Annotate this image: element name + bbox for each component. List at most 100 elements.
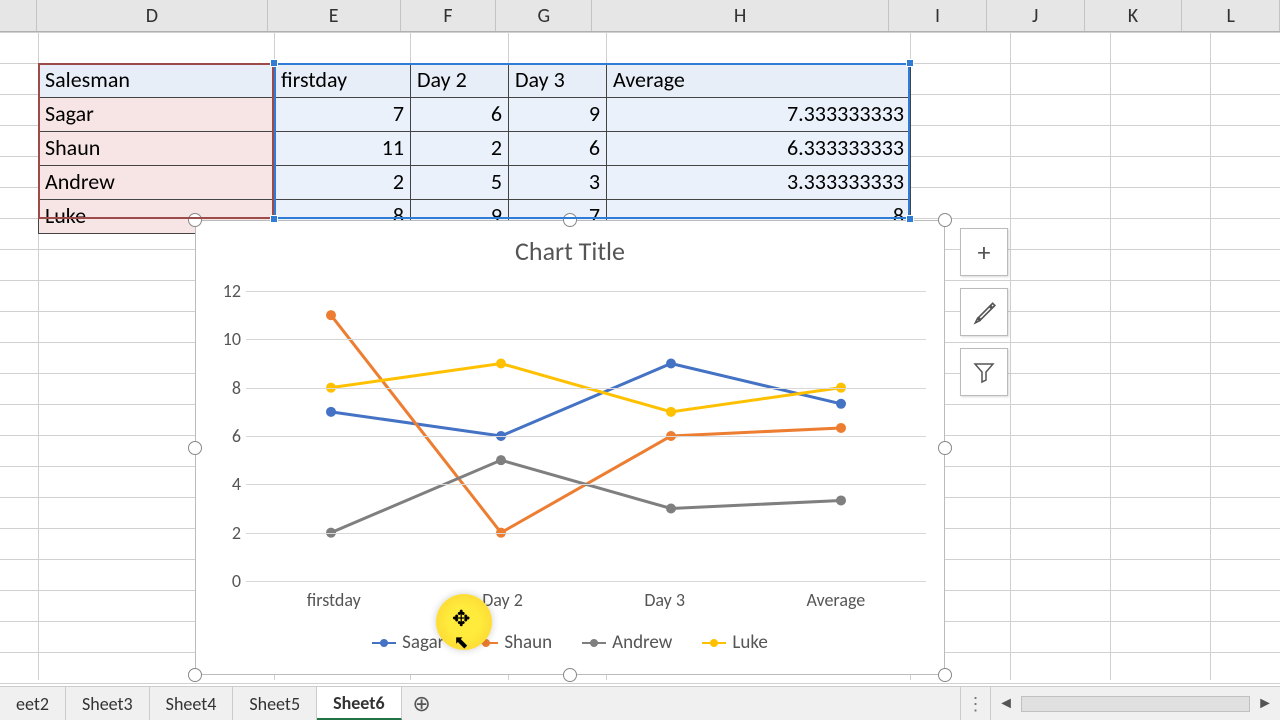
table-row: Shaun11266.333333333 xyxy=(39,132,911,166)
cell-salesman-header[interactable]: Salesman xyxy=(39,64,275,98)
chart-resize-handle[interactable] xyxy=(188,441,202,455)
col-head-D[interactable]: D xyxy=(37,0,268,31)
col-head-F[interactable]: F xyxy=(401,0,497,31)
chart-series-line[interactable] xyxy=(331,460,841,533)
chart-side-buttons: + xyxy=(960,228,1008,396)
chart-x-labels: firstdayDay 2Day 3Average xyxy=(246,589,926,611)
add-sheet-button[interactable]: ⊕ xyxy=(402,687,442,720)
col-head-E[interactable]: E xyxy=(268,0,401,31)
chart-x-label: firstday xyxy=(307,589,361,611)
cell-salesman-name[interactable]: Andrew xyxy=(39,166,275,200)
legend-swatch xyxy=(372,642,396,644)
chart-y-tick: 6 xyxy=(211,425,241,447)
col-head-L[interactable]: L xyxy=(1182,0,1280,31)
chart-data-point[interactable] xyxy=(836,495,846,505)
cell-value[interactable]: 6 xyxy=(411,98,509,132)
chart-data-point[interactable] xyxy=(836,423,846,433)
selection-handle[interactable] xyxy=(906,215,914,223)
chart-resize-handle[interactable] xyxy=(563,213,577,227)
chart-filter-button[interactable] xyxy=(960,348,1008,396)
col-head-I[interactable]: I xyxy=(889,0,987,31)
chart-data-point[interactable] xyxy=(496,359,506,369)
chart-resize-handle[interactable] xyxy=(938,668,952,682)
cell-value[interactable]: 3.333333333 xyxy=(607,166,911,200)
cell-salesman-name[interactable]: Shaun xyxy=(39,132,275,166)
chart-data-point[interactable] xyxy=(496,455,506,465)
legend-label: Andrew xyxy=(612,631,672,654)
cell-value[interactable]: 7.333333333 xyxy=(607,98,911,132)
sheet-tab[interactable]: Sheet4 xyxy=(150,687,234,720)
chart-resize-handle[interactable] xyxy=(188,213,202,227)
cell-value[interactable]: 11 xyxy=(275,132,411,166)
chart-y-tick: 4 xyxy=(211,473,241,495)
cell-value[interactable]: 6 xyxy=(509,132,607,166)
col-head-K[interactable]: K xyxy=(1085,0,1183,31)
legend-label: Shaun xyxy=(504,631,552,654)
cell-value[interactable]: 7 xyxy=(275,98,411,132)
cell-value[interactable]: 3 xyxy=(509,166,607,200)
chart-legend[interactable]: Sagar Shaun Andrew Luke xyxy=(196,631,944,654)
cell-day2-header[interactable]: Day 2 xyxy=(411,64,509,98)
chart-object[interactable]: Chart Title 024681012 firstdayDay 2Day 3… xyxy=(195,220,945,675)
chart-data-point[interactable] xyxy=(666,504,676,514)
chart-y-tick: 0 xyxy=(211,570,241,592)
column-header-row: DEFGHIJKL xyxy=(0,0,1280,32)
chart-resize-handle[interactable] xyxy=(188,668,202,682)
chart-elements-button[interactable]: + xyxy=(960,228,1008,276)
chart-styles-button[interactable] xyxy=(960,288,1008,336)
legend-item[interactable]: Sagar xyxy=(372,631,444,654)
chart-x-label: Average xyxy=(806,589,865,611)
col-head-J[interactable]: J xyxy=(987,0,1085,31)
chart-resize-handle[interactable] xyxy=(563,668,577,682)
chart-y-tick: 12 xyxy=(211,280,241,302)
legend-item[interactable]: Shaun xyxy=(474,631,552,654)
chart-data-point[interactable] xyxy=(836,399,846,409)
funnel-icon xyxy=(972,360,996,384)
cell-value[interactable]: 9 xyxy=(509,98,607,132)
plus-icon: + xyxy=(978,236,991,268)
chart-data-point[interactable] xyxy=(326,407,336,417)
cell-salesman-name[interactable]: Sagar xyxy=(39,98,275,132)
col-head-gutter xyxy=(0,0,37,31)
sheet-tab[interactable]: Sheet5 xyxy=(233,687,317,720)
horizontal-scrollbar[interactable]: ◄► xyxy=(990,687,1280,720)
selection-handle[interactable] xyxy=(270,59,278,67)
cell-average-header[interactable]: Average xyxy=(607,64,911,98)
chart-data-point[interactable] xyxy=(326,310,336,320)
chart-resize-handle[interactable] xyxy=(938,441,952,455)
legend-item[interactable]: Andrew xyxy=(582,631,672,654)
chart-y-tick: 10 xyxy=(211,328,241,350)
cell-day3-header[interactable]: Day 3 xyxy=(509,64,607,98)
chart-plot-area[interactable]: 024681012 xyxy=(246,291,926,581)
cell-firstday-header[interactable]: firstday xyxy=(275,64,411,98)
cell-value[interactable]: 2 xyxy=(275,166,411,200)
legend-swatch xyxy=(702,642,726,644)
cell-value[interactable]: 5 xyxy=(411,166,509,200)
selection-handle[interactable] xyxy=(906,59,914,67)
sheet-tab[interactable]: Sheet6 xyxy=(317,687,402,720)
sheet-tab[interactable]: Sheet3 xyxy=(66,687,150,720)
legend-label: Sagar xyxy=(402,631,444,654)
scroll-left-icon[interactable]: ◄ xyxy=(991,687,1021,720)
tab-menu-icon[interactable]: ⋮ xyxy=(960,687,990,720)
col-head-G[interactable]: G xyxy=(496,0,592,31)
scroll-track[interactable] xyxy=(1021,696,1250,712)
legend-swatch xyxy=(582,642,606,644)
selection-handle[interactable] xyxy=(270,215,278,223)
chart-data-point[interactable] xyxy=(666,407,676,417)
sheet-tab[interactable]: eet2 xyxy=(0,687,66,720)
cell-value[interactable]: 6.333333333 xyxy=(607,132,911,166)
data-table[interactable]: Salesman firstday Day 2 Day 3 Average Sa… xyxy=(38,63,911,234)
cell-value[interactable]: 2 xyxy=(411,132,509,166)
legend-swatch xyxy=(474,642,498,644)
chart-title[interactable]: Chart Title xyxy=(196,235,944,267)
legend-label: Luke xyxy=(732,631,767,654)
table-row: Sagar7697.333333333 xyxy=(39,98,911,132)
legend-item[interactable]: Luke xyxy=(702,631,767,654)
chart-x-label: Day 3 xyxy=(644,589,685,611)
chart-data-point[interactable] xyxy=(666,359,676,369)
scroll-right-icon[interactable]: ► xyxy=(1250,687,1280,720)
col-head-H[interactable]: H xyxy=(592,0,889,31)
header-row: Salesman firstday Day 2 Day 3 Average xyxy=(39,64,911,98)
chart-resize-handle[interactable] xyxy=(938,213,952,227)
